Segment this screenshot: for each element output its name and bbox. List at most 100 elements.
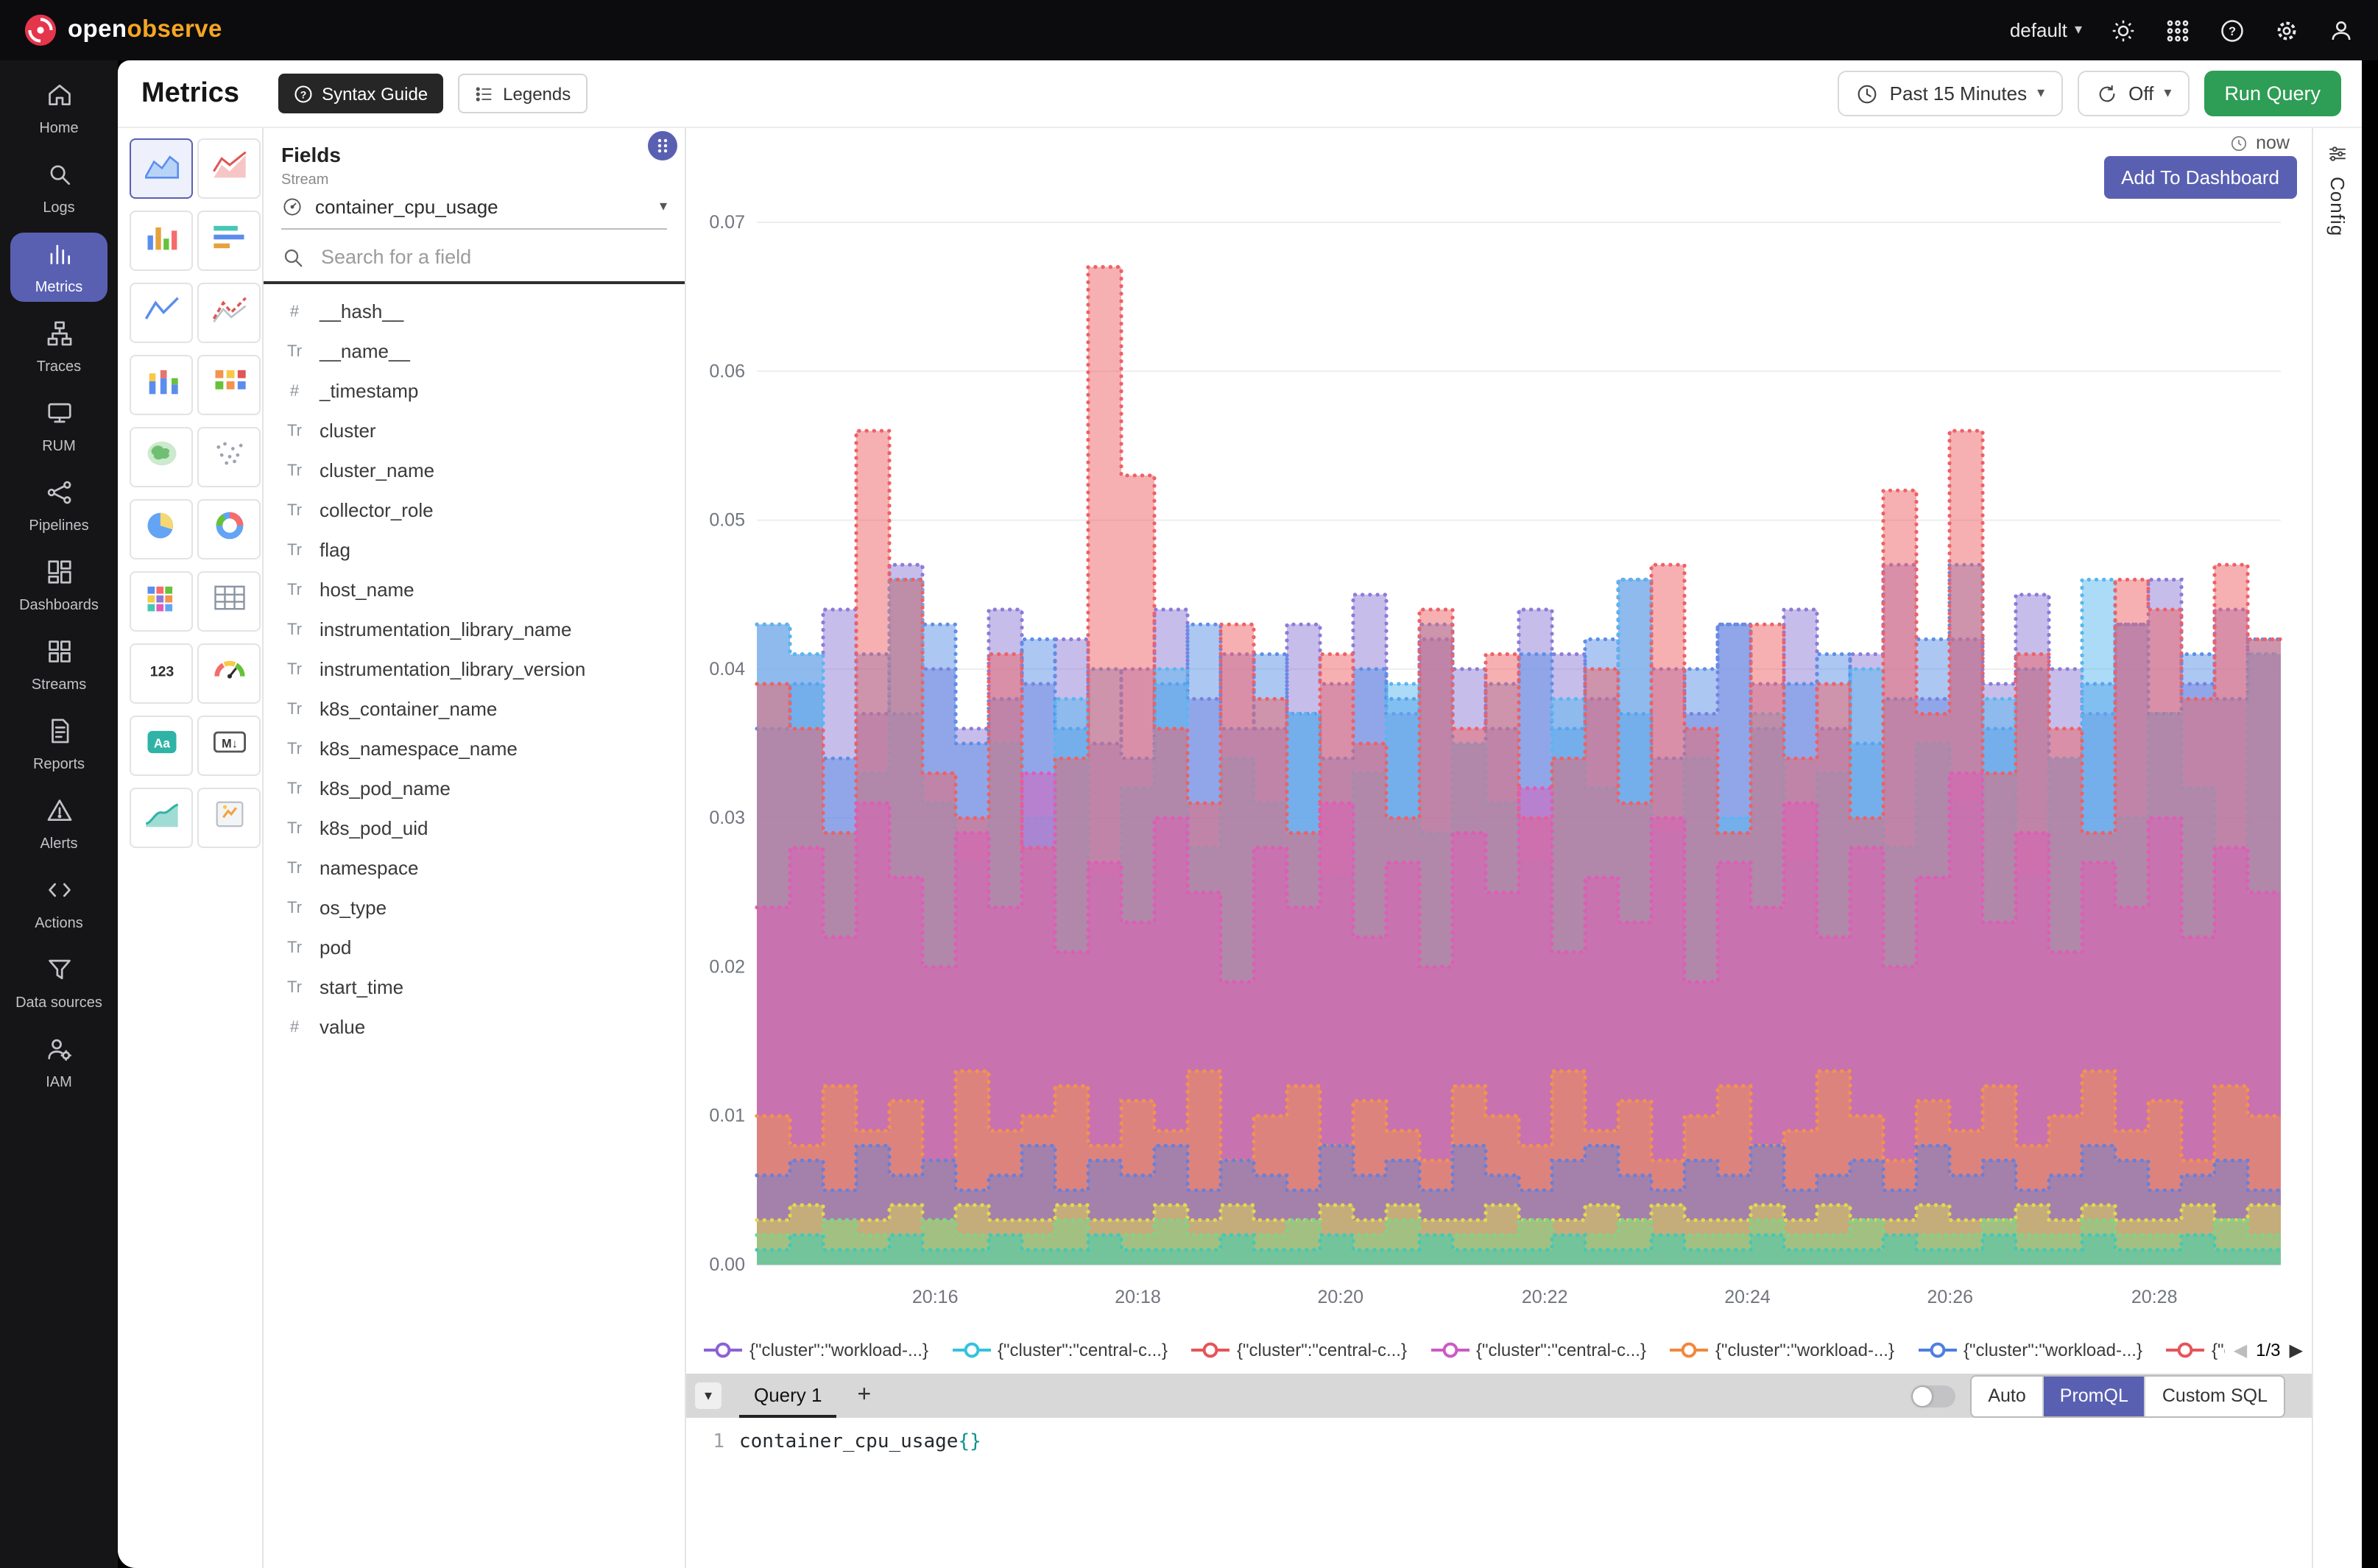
mode-custom-sql-button[interactable]: Custom SQL <box>2145 1376 2284 1416</box>
field-item-flag[interactable]: Trflag <box>264 530 685 570</box>
syntax-guide-button[interactable]: ? Syntax Guide <box>278 74 442 113</box>
chart-type-sparkline-chart[interactable] <box>130 788 193 848</box>
field-item-__name__[interactable]: Tr__name__ <box>264 331 685 371</box>
legend-item[interactable]: {"cluster":"workload-...} <box>1670 1340 1894 1360</box>
chart-type-geo-map[interactable] <box>130 427 193 487</box>
field-item-_timestamp[interactable]: #_timestamp <box>264 371 685 411</box>
sidebar-item-alerts[interactable]: Alerts <box>10 789 107 858</box>
chart-type-metric-number[interactable]: 123 <box>130 643 193 704</box>
field-item-k8s_pod_uid[interactable]: Trk8s_pod_uid <box>264 808 685 848</box>
help-icon[interactable]: ? <box>2219 17 2245 43</box>
field-item-k8s_namespace_name[interactable]: Trk8s_namespace_name <box>264 729 685 769</box>
field-item-instrumentation_library_version[interactable]: Trinstrumentation_library_version <box>264 649 685 689</box>
config-rail[interactable]: Config <box>2312 128 2362 1568</box>
openobserve-logo[interactable]: openobserve <box>24 13 222 47</box>
chart-type-palette: 123 AaM↓ <box>118 128 262 1568</box>
streams-icon <box>45 638 73 673</box>
chart-type-line-chart[interactable] <box>130 283 193 343</box>
field-item-instrumentation_library_name[interactable]: Trinstrumentation_library_name <box>264 610 685 649</box>
chart-type-markdown[interactable]: M↓ <box>197 716 261 776</box>
field-item-k8s_container_name[interactable]: Trk8s_container_name <box>264 689 685 729</box>
sidebar-item-logs[interactable]: Logs <box>10 153 107 222</box>
field-item-start_time[interactable]: Trstart_time <box>264 967 685 1007</box>
svg-text:0.00: 0.00 <box>709 1254 745 1275</box>
svg-text:20:26: 20:26 <box>1927 1287 1974 1307</box>
metrics-chart[interactable]: 0.000.010.020.030.040.050.060.0720:1620:… <box>689 199 2301 1329</box>
field-item-value[interactable]: #value <box>264 1007 685 1047</box>
sidebar-item-traces[interactable]: Traces <box>10 312 107 381</box>
field-item-namespace[interactable]: Trnamespace <box>264 848 685 888</box>
legend-marker-icon <box>704 1341 742 1359</box>
stream-value: container_cpu_usage <box>315 195 648 217</box>
chart-type-scatter-map[interactable] <box>197 427 261 487</box>
chart-type-dashed-line-chart[interactable] <box>197 283 261 343</box>
legend-item[interactable]: {"cluster":"central-c...} <box>952 1340 1168 1360</box>
sidebar-item-rum[interactable]: RUM <box>10 392 107 461</box>
add-query-button[interactable]: + <box>858 1382 872 1409</box>
legend-next-icon[interactable]: ▶ <box>2290 1340 2303 1360</box>
metrics-chart-container[interactable]: 0.000.010.020.030.040.050.060.0720:1620:… <box>689 199 2301 1337</box>
pipelines-icon <box>45 478 73 514</box>
legend-item[interactable]: {"cluster":"workload-...} <box>1918 1340 2142 1360</box>
chart-type-horizontal-bar-chart[interactable] <box>197 211 261 271</box>
chart-type-pie-chart[interactable] <box>130 499 193 559</box>
drag-handle[interactable] <box>648 131 677 160</box>
field-item-collector_role[interactable]: Trcollector_role <box>264 490 685 530</box>
config-tab-label: Config <box>2326 177 2349 236</box>
sidebar-item-data-sources[interactable]: Data sources <box>10 948 107 1017</box>
legends-button[interactable]: Legends <box>457 74 587 113</box>
horizontal-bar-chart-icon <box>210 221 248 261</box>
field-item-__hash__[interactable]: #__hash__ <box>264 292 685 331</box>
chart-type-bar-chart[interactable] <box>130 211 193 271</box>
chart-type-area-chart[interactable] <box>130 138 193 199</box>
run-query-button[interactable]: Run Query <box>2204 71 2341 116</box>
field-item-cluster_name[interactable]: Trcluster_name <box>264 451 685 490</box>
refresh-interval-selector[interactable]: Off ▾ <box>2077 71 2189 116</box>
legend-list-icon <box>473 83 494 104</box>
chart-type-mosaic-chart[interactable] <box>130 571 193 632</box>
function-toggle[interactable] <box>1911 1385 1955 1407</box>
chart-type-heat-grid-chart[interactable] <box>197 355 261 415</box>
field-search-input[interactable] <box>318 244 667 269</box>
query-editor[interactable]: 1 container_cpu_usage{} <box>686 1418 2312 1568</box>
stream-selector[interactable]: Stream container_cpu_usage ▾ <box>281 172 667 230</box>
legend-prev-icon[interactable]: ◀ <box>2234 1340 2247 1360</box>
settings-gear-icon[interactable] <box>2273 17 2300 43</box>
chart-type-custom-chart[interactable] <box>197 788 261 848</box>
legend-item[interactable]: {"cluster":"workload-...} <box>704 1340 928 1360</box>
sidebar-item-metrics[interactable]: Metrics <box>10 233 107 302</box>
mode-auto-button[interactable]: Auto <box>1972 1376 2042 1416</box>
sidebar-item-dashboards[interactable]: Dashboards <box>10 551 107 620</box>
sidebar: Home Logs Metrics Traces RUM Pipelines Dashboa… <box>0 60 118 1568</box>
org-selector[interactable]: default ▾ <box>2010 19 2082 41</box>
sidebar-item-iam[interactable]: IAM <box>10 1028 107 1097</box>
query-collapse-icon[interactable]: ▾ <box>695 1382 721 1409</box>
time-range-selector[interactable]: Past 15 Minutes ▾ <box>1838 71 2063 116</box>
add-to-dashboard-button[interactable]: Add To Dashboard <box>2103 156 2297 199</box>
sidebar-item-reports[interactable]: Reports <box>10 710 107 779</box>
field-item-host_name[interactable]: Trhost_name <box>264 570 685 610</box>
chart-type-metric-text[interactable]: Aa <box>130 716 193 776</box>
field-item-os_type[interactable]: Tros_type <box>264 888 685 928</box>
field-item-cluster[interactable]: Trcluster <box>264 411 685 451</box>
legend-item[interactable]: {"cluster":"central-c...} <box>1191 1340 1407 1360</box>
apps-grid-icon[interactable] <box>2164 17 2191 43</box>
legend-item[interactable]: {"c <box>2166 1340 2233 1360</box>
mode-promql-button[interactable]: PromQL <box>2042 1376 2145 1416</box>
sidebar-item-pipelines[interactable]: Pipelines <box>10 471 107 540</box>
account-icon[interactable] <box>2328 17 2354 43</box>
field-item-k8s_pod_name[interactable]: Trk8s_pod_name <box>264 769 685 808</box>
sidebar-item-home[interactable]: Home <box>10 74 107 143</box>
chart-type-stacked-bar-chart[interactable] <box>130 355 193 415</box>
sidebar-item-actions[interactable]: Actions <box>10 869 107 938</box>
theme-toggle-icon[interactable] <box>2110 17 2137 43</box>
query-tab[interactable]: Query 1 <box>739 1374 837 1418</box>
chart-type-table-view[interactable] <box>197 571 261 632</box>
field-item-pod[interactable]: Trpod <box>264 928 685 967</box>
chart-type-donut-chart[interactable] <box>197 499 261 559</box>
chart-type-gauge-chart[interactable] <box>197 643 261 704</box>
sidebar-item-streams[interactable]: Streams <box>10 630 107 699</box>
legend-item[interactable]: {"cluster":"central-c...} <box>1430 1340 1646 1360</box>
question-circle-icon: ? <box>292 83 313 104</box>
chart-type-area-line-chart[interactable] <box>197 138 261 199</box>
